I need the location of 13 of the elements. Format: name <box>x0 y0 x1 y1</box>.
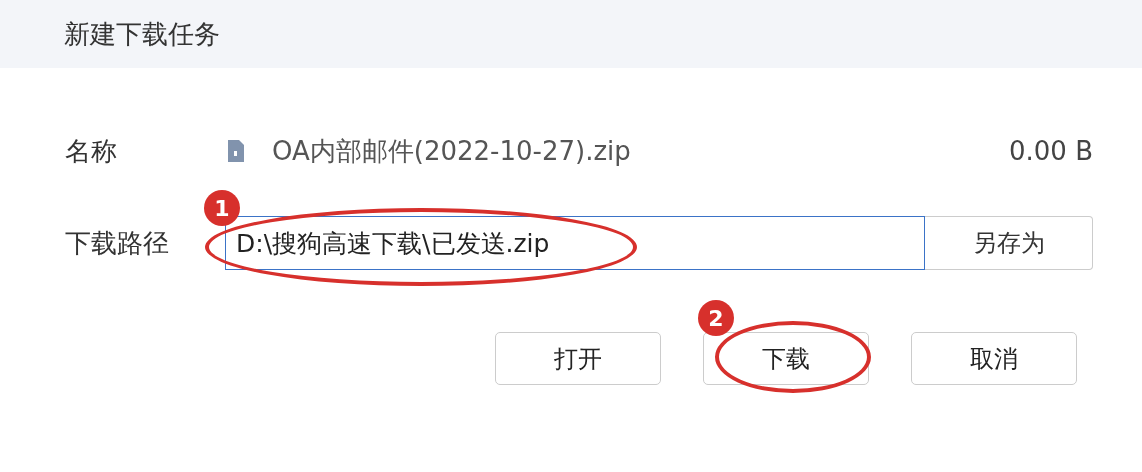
step-badge: 1 <box>204 190 240 226</box>
file-size: 0.00 B <box>1009 136 1093 166</box>
path-label: 下载路径 <box>65 226 170 260</box>
step-badge: 2 <box>698 300 734 336</box>
file-name: OA内部邮件(2022-10-27).zip <box>272 134 632 168</box>
dialog-title: 新建下载任务 <box>64 17 220 51</box>
dialog-button[interactable]: 下载 <box>703 332 869 385</box>
path-field[interactable]: D:\搜狗高速下载\已发送.zip <box>225 216 925 270</box>
name-label: 名称 <box>65 134 118 168</box>
file-icon <box>228 140 244 162</box>
save-as-button[interactable]: 另存为 <box>925 216 1093 270</box>
dialog-button[interactable]: 打开 <box>495 332 661 385</box>
dialog-button[interactable]: 取消 <box>911 332 1077 385</box>
